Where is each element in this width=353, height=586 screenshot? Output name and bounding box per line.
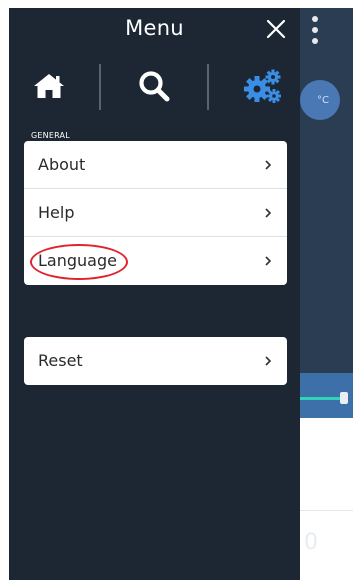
menu-item-help[interactable]: Help xyxy=(24,189,287,237)
navigation-drawer: Menu GENERAL About Help Language Reset xyxy=(9,8,300,580)
divider xyxy=(300,510,353,511)
home-button[interactable] xyxy=(9,56,89,116)
menu-item-label: About xyxy=(38,155,86,174)
gears-icon xyxy=(244,69,281,103)
chevron-right-icon xyxy=(265,160,272,170)
settings-button[interactable] xyxy=(223,56,303,116)
chevron-right-icon xyxy=(265,256,272,266)
chevron-right-icon xyxy=(265,356,272,366)
background-slider-panel xyxy=(300,373,353,418)
screenshot-frame: °C 0 Menu GENERAL About Help Language Re… xyxy=(0,0,353,586)
home-icon xyxy=(34,74,64,98)
menu-item-language[interactable]: Language xyxy=(24,237,287,285)
general-menu-group: About Help Language xyxy=(24,141,287,285)
menu-item-label: Language xyxy=(38,251,117,270)
status-circle: °C xyxy=(300,80,340,120)
close-button[interactable] xyxy=(264,17,288,41)
faded-value: 0 xyxy=(304,530,318,555)
section-label-general: GENERAL xyxy=(31,131,70,140)
menu-item-label: Help xyxy=(38,203,75,222)
slider-handle xyxy=(340,392,348,404)
search-icon xyxy=(139,71,170,102)
menu-item-label: Reset xyxy=(38,351,83,370)
menu-item-about[interactable]: About xyxy=(24,141,287,189)
reset-menu-group: Reset xyxy=(24,337,287,385)
close-icon xyxy=(266,19,286,39)
search-button[interactable] xyxy=(114,56,194,116)
menu-item-reset[interactable]: Reset xyxy=(24,337,287,385)
drawer-title: Menu xyxy=(125,16,184,40)
slider-track xyxy=(300,397,344,400)
drawer-header: Menu xyxy=(9,8,300,48)
background-content-area: 0 xyxy=(300,418,353,580)
nav-separator xyxy=(99,64,101,110)
background-app: °C 0 xyxy=(300,8,353,580)
nav-separator xyxy=(207,64,209,110)
overflow-menu-icon[interactable] xyxy=(312,16,318,56)
drawer-nav-row xyxy=(9,56,300,116)
chevron-right-icon xyxy=(265,208,272,218)
